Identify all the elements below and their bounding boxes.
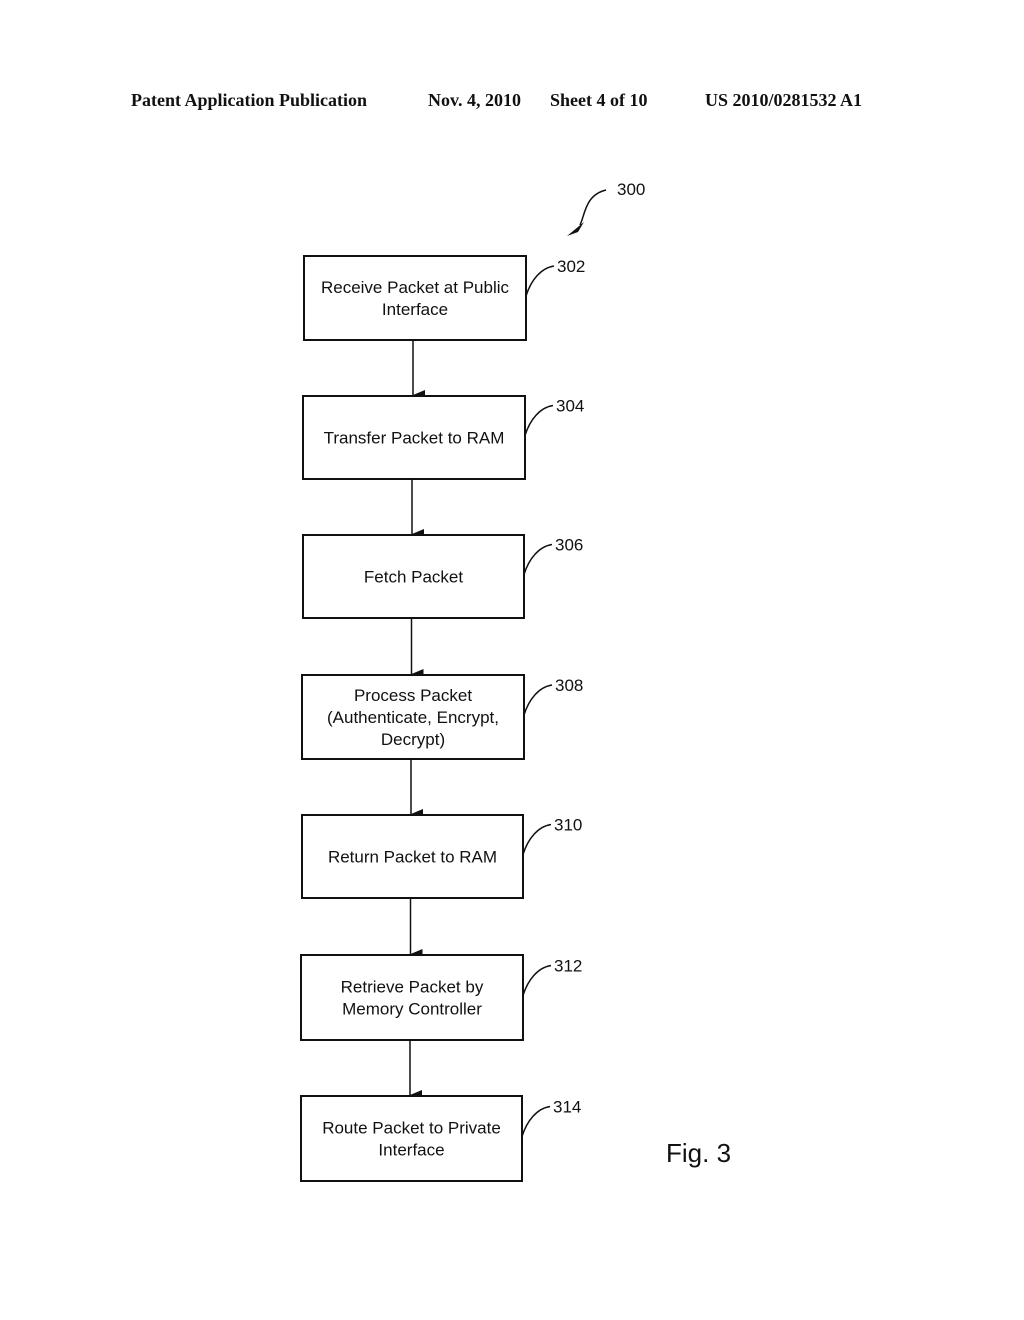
ref-number: 304 xyxy=(556,397,584,416)
ref-number: 312 xyxy=(554,957,582,976)
ref-300-leader xyxy=(579,189,607,226)
figure-label: Fig. 3 xyxy=(666,1138,731,1168)
ref-leader xyxy=(523,543,553,575)
step-label: Receive Packet at Public xyxy=(321,278,510,297)
step-label: (Authenticate, Encrypt, xyxy=(327,708,499,727)
ref-number: 310 xyxy=(554,816,582,835)
ref-leader xyxy=(523,684,553,716)
step-314: Route Packet to Private Interface 314 xyxy=(300,1095,581,1182)
ref-leader xyxy=(524,404,554,436)
step-box xyxy=(303,255,527,341)
step-306: Fetch Packet 306 xyxy=(302,534,583,619)
ref-leader xyxy=(521,1105,551,1137)
ref-number: 302 xyxy=(557,257,585,276)
ref-number: 308 xyxy=(555,676,583,695)
step-label: Transfer Packet to RAM xyxy=(324,429,505,448)
ref-300: 300 xyxy=(617,180,645,199)
step-box xyxy=(300,954,524,1041)
step-label: Route Packet to Private xyxy=(322,1119,501,1138)
step-label: Memory Controller xyxy=(342,1000,482,1019)
step-308: Process Packet (Authenticate, Encrypt, Dec… xyxy=(301,674,583,760)
ref-number: 314 xyxy=(553,1098,581,1117)
step-302: Receive Packet at Public Interface 302 xyxy=(303,255,585,341)
step-label: Retrieve Packet by xyxy=(341,978,484,997)
flowchart: 300 Fig. 3 Receive Packet at Public Inter… xyxy=(300,180,731,1182)
step-box xyxy=(300,1095,523,1182)
step-label: Interface xyxy=(382,300,448,319)
step-label: Return Packet to RAM xyxy=(328,848,497,867)
ref-number: 306 xyxy=(555,536,583,555)
step-310: Return Packet to RAM 310 xyxy=(301,814,582,899)
step-label: Process Packet xyxy=(354,686,472,705)
step-304: Transfer Packet to RAM 304 xyxy=(302,395,584,480)
step-label: Interface xyxy=(378,1141,444,1160)
ref-leader xyxy=(522,964,552,996)
step-312: Retrieve Packet by Memory Controller 312 xyxy=(300,954,582,1041)
ref-leader xyxy=(525,265,555,297)
ref-300-arrowhead xyxy=(567,222,584,236)
ref-leader xyxy=(522,823,552,855)
step-label: Fetch Packet xyxy=(364,568,463,587)
step-label: Decrypt) xyxy=(381,730,445,749)
